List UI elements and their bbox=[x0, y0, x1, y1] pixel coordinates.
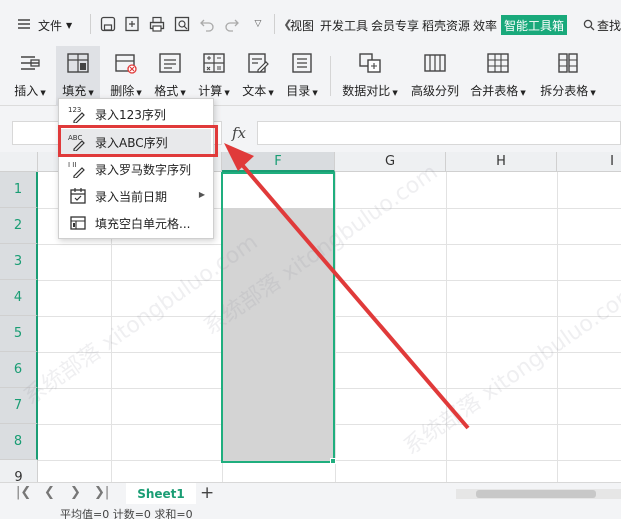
scrollbar-thumb[interactable] bbox=[476, 490, 596, 498]
menu-item-enter-123-sequence[interactable]: 123 录入123序列 bbox=[61, 101, 211, 127]
prev-sheet-icon[interactable]: ❮ bbox=[44, 485, 55, 500]
annotation-arrow bbox=[224, 143, 470, 430]
menu-item-enter-current-date[interactable]: 录入当前日期 ▶ bbox=[61, 183, 211, 209]
next-sheet-icon[interactable]: ❯ bbox=[70, 485, 81, 500]
status-summary: 平均值=0 计数=0 求和=0 bbox=[60, 508, 193, 519]
status-bar: 平均值=0 计数=0 求和=0 bbox=[0, 504, 621, 519]
menu-item-enter-roman-sequence[interactable]: I II 录入罗马数字序列 bbox=[61, 156, 211, 182]
sheet-tab-bar: |❮ ❮ ❯ ❯| Sheet1 + bbox=[0, 482, 621, 505]
submenu-arrow-icon: ▶ bbox=[198, 190, 205, 199]
calendar-icon bbox=[65, 183, 91, 209]
svg-text:123: 123 bbox=[68, 106, 81, 114]
first-sheet-icon[interactable]: |❮ bbox=[16, 485, 31, 500]
spreadsheet-window: 文件 ▼ ▽ ❮ 视图 开发工具 会员专享 稻壳资源 效率 智能工具箱 查找 插… bbox=[0, 0, 621, 519]
sheet-tab-label: Sheet1 bbox=[137, 487, 185, 501]
sequence-123-icon: 123 bbox=[65, 101, 91, 127]
menu-item-label: 录入罗马数字序列 bbox=[95, 162, 192, 177]
menu-item-label: 填充空白单元格... bbox=[95, 216, 191, 231]
fill-dropdown-menu: 123 录入123序列 ABC 录入ABC序列 I II 录入罗马数字序列 录入… bbox=[58, 98, 214, 239]
menu-item-fill-blank-cells[interactable]: 填充空白单元格... bbox=[61, 210, 211, 236]
sheet-tab-sheet1[interactable]: Sheet1 bbox=[126, 483, 196, 505]
horizontal-scrollbar[interactable] bbox=[456, 489, 621, 499]
add-sheet-icon[interactable]: + bbox=[200, 483, 214, 503]
last-sheet-icon[interactable]: ❯| bbox=[94, 485, 109, 500]
fill-blank-icon bbox=[65, 210, 91, 236]
menu-item-label: 录入当前日期 bbox=[95, 189, 168, 204]
svg-text:I II: I II bbox=[68, 161, 76, 169]
menu-item-label: 录入123序列 bbox=[95, 107, 166, 122]
roman-numeral-icon: I II bbox=[65, 156, 91, 182]
annotation-highlight-box bbox=[58, 125, 218, 157]
